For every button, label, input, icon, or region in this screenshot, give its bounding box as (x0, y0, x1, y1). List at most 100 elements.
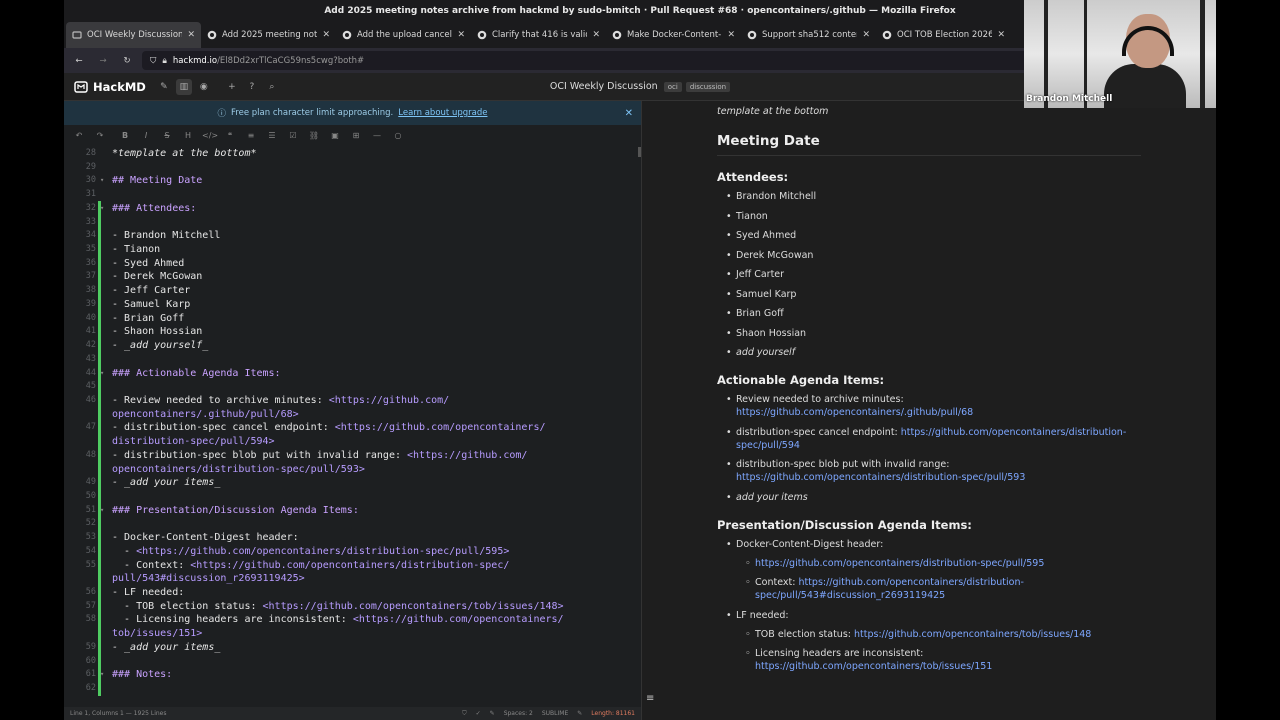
strikethrough-icon[interactable]: S (160, 131, 174, 140)
editor-line[interactable]: 38 - Jeff Carter (64, 283, 641, 298)
undo-icon[interactable]: ↶ (72, 131, 86, 140)
quote-icon[interactable]: ❝ (223, 131, 237, 140)
close-icon[interactable]: ✕ (625, 108, 633, 119)
fold-icon[interactable]: ▾ (100, 504, 104, 518)
editor-line[interactable]: tob/issues/151> (64, 626, 641, 641)
tab-oci-weekly[interactable]: OCI Weekly Discussion - H ✕ (66, 22, 201, 48)
editor-line[interactable]: 59 - _add your items_ (64, 639, 641, 655)
spaces-setting[interactable]: Spaces: 2 (504, 710, 533, 718)
tab-docker-content-digest[interactable]: Make Docker-Content-Di ✕ (606, 22, 741, 48)
add-icon[interactable]: + (224, 79, 240, 95)
editor-line[interactable]: 57 - TOB election status: <https://githu… (64, 598, 641, 614)
editor-line[interactable]: opencontainers/distribution-spec/pull/59… (64, 461, 641, 477)
editor-line[interactable]: 52 (64, 516, 641, 532)
editor-line[interactable]: 33 (64, 214, 641, 230)
editor-line[interactable]: 37 - Derek McGowan (64, 269, 641, 285)
tag-oci[interactable]: oci (663, 82, 682, 92)
close-icon[interactable]: ✕ (592, 30, 600, 40)
wrench-icon[interactable]: ✎ (577, 710, 582, 718)
italic-icon[interactable]: I (139, 131, 153, 140)
forward-icon[interactable]: → (94, 52, 112, 70)
search-icon[interactable]: ⌕ (264, 79, 280, 95)
item-link[interactable]: https://github.com/opencontainers/tob/is… (755, 661, 992, 672)
fold-icon[interactable]: ▾ (100, 202, 104, 216)
editor-line[interactable]: 34 - Brandon Mitchell (64, 228, 641, 244)
editor-line[interactable]: 45 (64, 379, 641, 394)
close-icon[interactable]: ✕ (727, 30, 735, 40)
markdown-editor[interactable]: ⓘ Free plan character limit approaching.… (64, 101, 641, 720)
tab-add-2025-notes[interactable]: Add 2025 meeting notes ✕ (201, 22, 336, 48)
shield-icon[interactable]: ⛉ (150, 56, 156, 66)
numbered-list-icon[interactable]: ☰ (265, 131, 279, 140)
editor-line[interactable]: 61 ▾ ### Notes: (64, 667, 641, 683)
close-icon[interactable]: ✕ (997, 30, 1005, 40)
tab-sha512[interactable]: Support sha512 content b ✕ (741, 22, 876, 48)
upgrade-link[interactable]: Learn about upgrade (398, 108, 487, 118)
item-link[interactable]: https://github.com/opencontainers/tob/is… (854, 629, 1091, 640)
editor-line[interactable]: 48 - distribution-spec blob put with inva… (64, 447, 641, 463)
editor-line[interactable]: 39 - Samuel Karp (64, 296, 641, 312)
editor-line[interactable]: 36 - Syed Ahmed (64, 255, 641, 271)
horizontal-rule-icon[interactable]: — (370, 131, 384, 140)
bold-icon[interactable]: B (118, 131, 132, 140)
editor-line[interactable]: opencontainers/.github/pull/68> (64, 406, 641, 422)
lock-icon[interactable]: 🔒︎ (162, 56, 167, 66)
editor-line[interactable]: 28 *template at the bottom* (64, 147, 641, 161)
hackmd-logo[interactable]: HackMD (74, 80, 146, 94)
tab-upload-cancel[interactable]: Add the upload cancel en ✕ (336, 22, 471, 48)
editor-line[interactable]: 54 - <https://github.com/opencontainers/… (64, 543, 641, 559)
editor-line[interactable]: 41 - Shaon Hossian (64, 324, 641, 340)
fold-icon[interactable]: ▾ (100, 174, 104, 188)
code-icon[interactable]: </> (202, 131, 218, 140)
editor-line[interactable]: 40 - Brian Goff (64, 310, 641, 326)
editor-line[interactable]: 49 - _add your items_ (64, 475, 641, 490)
editor-line[interactable]: 56 - LF needed: (64, 585, 641, 600)
link-icon[interactable]: ⛓ (307, 131, 321, 140)
fold-icon[interactable]: ▾ (100, 367, 104, 381)
editor-line[interactable]: 46 - Review needed to archive minutes: <h… (64, 392, 641, 408)
shield-check-icon[interactable]: ⛉ (462, 710, 467, 718)
fold-icon[interactable]: ▾ (100, 668, 104, 682)
editor-line[interactable]: 30 ▾ ## Meeting Date (64, 174, 641, 188)
item-link[interactable]: https://github.com/opencontainers/distri… (736, 472, 1025, 483)
view-mode-icon[interactable]: ◉ (196, 79, 212, 95)
image-icon[interactable]: ▣ (328, 131, 342, 140)
editor-line[interactable]: 29 (64, 161, 641, 175)
back-icon[interactable]: ← (70, 52, 88, 70)
editor-line[interactable]: 53 - Docker-Content-Digest header: (64, 530, 641, 545)
edit-mode-icon[interactable]: ✎ (156, 79, 172, 95)
editor-line[interactable]: 47 - distribution-spec cancel endpoint: <… (64, 420, 641, 436)
toc-icon[interactable]: ≡ (646, 693, 654, 704)
split-mode-icon[interactable]: ▥ (175, 78, 192, 95)
editor-line[interactable]: 60 (64, 653, 641, 669)
tab-clarify-416[interactable]: Clarify that 416 is valid on ✕ (471, 22, 606, 48)
editor-line[interactable]: 35 - Tianon (64, 242, 641, 257)
editor-line[interactable]: 32 ▾ ### Attendees: (64, 200, 641, 216)
url-bar[interactable]: ⛉ 🔒︎ hackmd.io/El8Dd2xrTlCaCG59ns5cwg?bo… (142, 51, 1098, 70)
pencil-icon[interactable]: ✎ (490, 710, 495, 718)
close-icon[interactable]: ✕ (862, 30, 870, 40)
check-icon[interactable]: ✓ (476, 710, 481, 718)
editor-line[interactable]: 55 - Context: <https://github.com/openco… (64, 557, 641, 573)
close-icon[interactable]: ✕ (457, 30, 465, 40)
comment-icon[interactable]: ○ (391, 131, 405, 140)
editor-line[interactable]: 31 (64, 188, 641, 202)
editor-line[interactable]: 62 (64, 681, 641, 696)
editor-line[interactable]: 43 (64, 351, 641, 367)
item-link[interactable]: https://github.com/opencontainers/.githu… (736, 407, 973, 418)
editor-line[interactable]: 58 - Licensing headers are inconsistent:… (64, 612, 641, 628)
item-link[interactable]: https://github.com/opencontainers/distri… (755, 558, 1044, 569)
reload-icon[interactable]: ↻ (118, 52, 136, 70)
help-icon[interactable]: ? (244, 79, 260, 95)
editor-line[interactable]: 50 (64, 488, 641, 504)
editor-line[interactable]: pull/543#discussion_r2693119425> (64, 571, 641, 586)
checklist-icon[interactable]: ☑ (286, 131, 300, 140)
heading-icon[interactable]: H (181, 131, 195, 140)
close-icon[interactable]: ✕ (187, 30, 195, 40)
editor-line[interactable]: distribution-spec/pull/594> (64, 434, 641, 449)
tag-discussion[interactable]: discussion (685, 82, 731, 92)
bullet-list-icon[interactable]: ≡ (244, 131, 258, 140)
close-icon[interactable]: ✕ (322, 30, 330, 40)
tab-tob-election[interactable]: OCI TOB Election 2026 - I ✕ (876, 22, 1011, 48)
code-area[interactable]: 28 *template at the bottom* 29 30 ▾ ## Meetin… (64, 147, 641, 708)
